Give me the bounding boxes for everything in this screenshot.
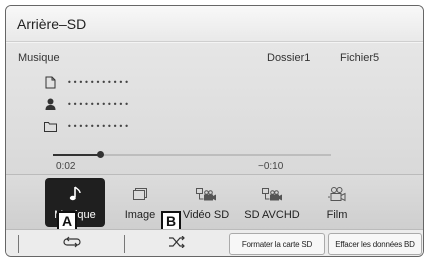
source-label-film: Film bbox=[326, 209, 348, 221]
folder-label: Dossier1 bbox=[267, 52, 311, 64]
erase-data-label: Effacer les données BD bbox=[335, 239, 415, 249]
source-selector: Musique Image Vidéo SD SD AVCHD Film bbox=[6, 174, 423, 231]
image-icon bbox=[132, 184, 148, 204]
source-button-film[interactable]: Film bbox=[307, 178, 367, 227]
playback-controls: Formater la carte SD Effacer les données… bbox=[6, 229, 423, 256]
screen-title: Arrière–SD bbox=[17, 16, 87, 32]
video-icon bbox=[195, 184, 217, 204]
artist-row: ••••••••••• bbox=[43, 96, 130, 112]
folder-icon bbox=[43, 119, 57, 133]
format-sd-label: Formater la carte SD bbox=[241, 239, 313, 249]
file-label: Fichier5 bbox=[340, 52, 380, 64]
remaining-time: −0:10 bbox=[258, 161, 284, 172]
source-button-sd-video[interactable]: Vidéo SD bbox=[176, 178, 236, 227]
video-icon bbox=[261, 184, 283, 204]
artist-name: ••••••••••• bbox=[67, 99, 130, 109]
album-name: ••••••••••• bbox=[67, 121, 130, 131]
source-label: Musique bbox=[18, 52, 60, 64]
shuffle-button[interactable] bbox=[128, 233, 226, 255]
repeat-button[interactable] bbox=[22, 233, 122, 255]
progress-knob[interactable] bbox=[97, 151, 105, 158]
elapsed-time: 0:02 bbox=[56, 161, 76, 172]
screen-frame: Arrière–SD Musique Dossier1 Fichier5 •••… bbox=[5, 5, 424, 257]
repeat-icon bbox=[63, 235, 81, 253]
erase-data-button[interactable]: Effacer les données BD bbox=[328, 233, 422, 255]
format-sd-button[interactable]: Formater la carte SD bbox=[229, 233, 325, 255]
document-icon bbox=[43, 75, 57, 89]
callout-a: A bbox=[57, 211, 77, 231]
progress-bar[interactable] bbox=[53, 151, 331, 158]
source-label-image: Image bbox=[124, 209, 156, 221]
source-button-sd-avchd[interactable]: SD AVCHD bbox=[242, 178, 302, 227]
track-info-panel: Musique Dossier1 Fichier5 ••••••••••• ••… bbox=[6, 43, 423, 174]
shuffle-icon bbox=[168, 235, 186, 253]
source-label-sd-avchd: SD AVCHD bbox=[244, 209, 300, 221]
song-title-row: ••••••••••• bbox=[43, 74, 130, 90]
source-label-sd-video: Vidéo SD bbox=[182, 209, 230, 221]
film-icon bbox=[327, 184, 347, 204]
title-bar: Arrière–SD bbox=[6, 6, 423, 42]
divider bbox=[124, 235, 125, 253]
song-title: ••••••••••• bbox=[67, 77, 130, 87]
person-icon bbox=[43, 97, 57, 111]
progress-fill bbox=[53, 154, 101, 156]
callout-b: B bbox=[161, 211, 181, 231]
music-note-icon bbox=[68, 184, 82, 204]
divider bbox=[18, 235, 19, 253]
album-row: ••••••••••• bbox=[43, 118, 130, 134]
